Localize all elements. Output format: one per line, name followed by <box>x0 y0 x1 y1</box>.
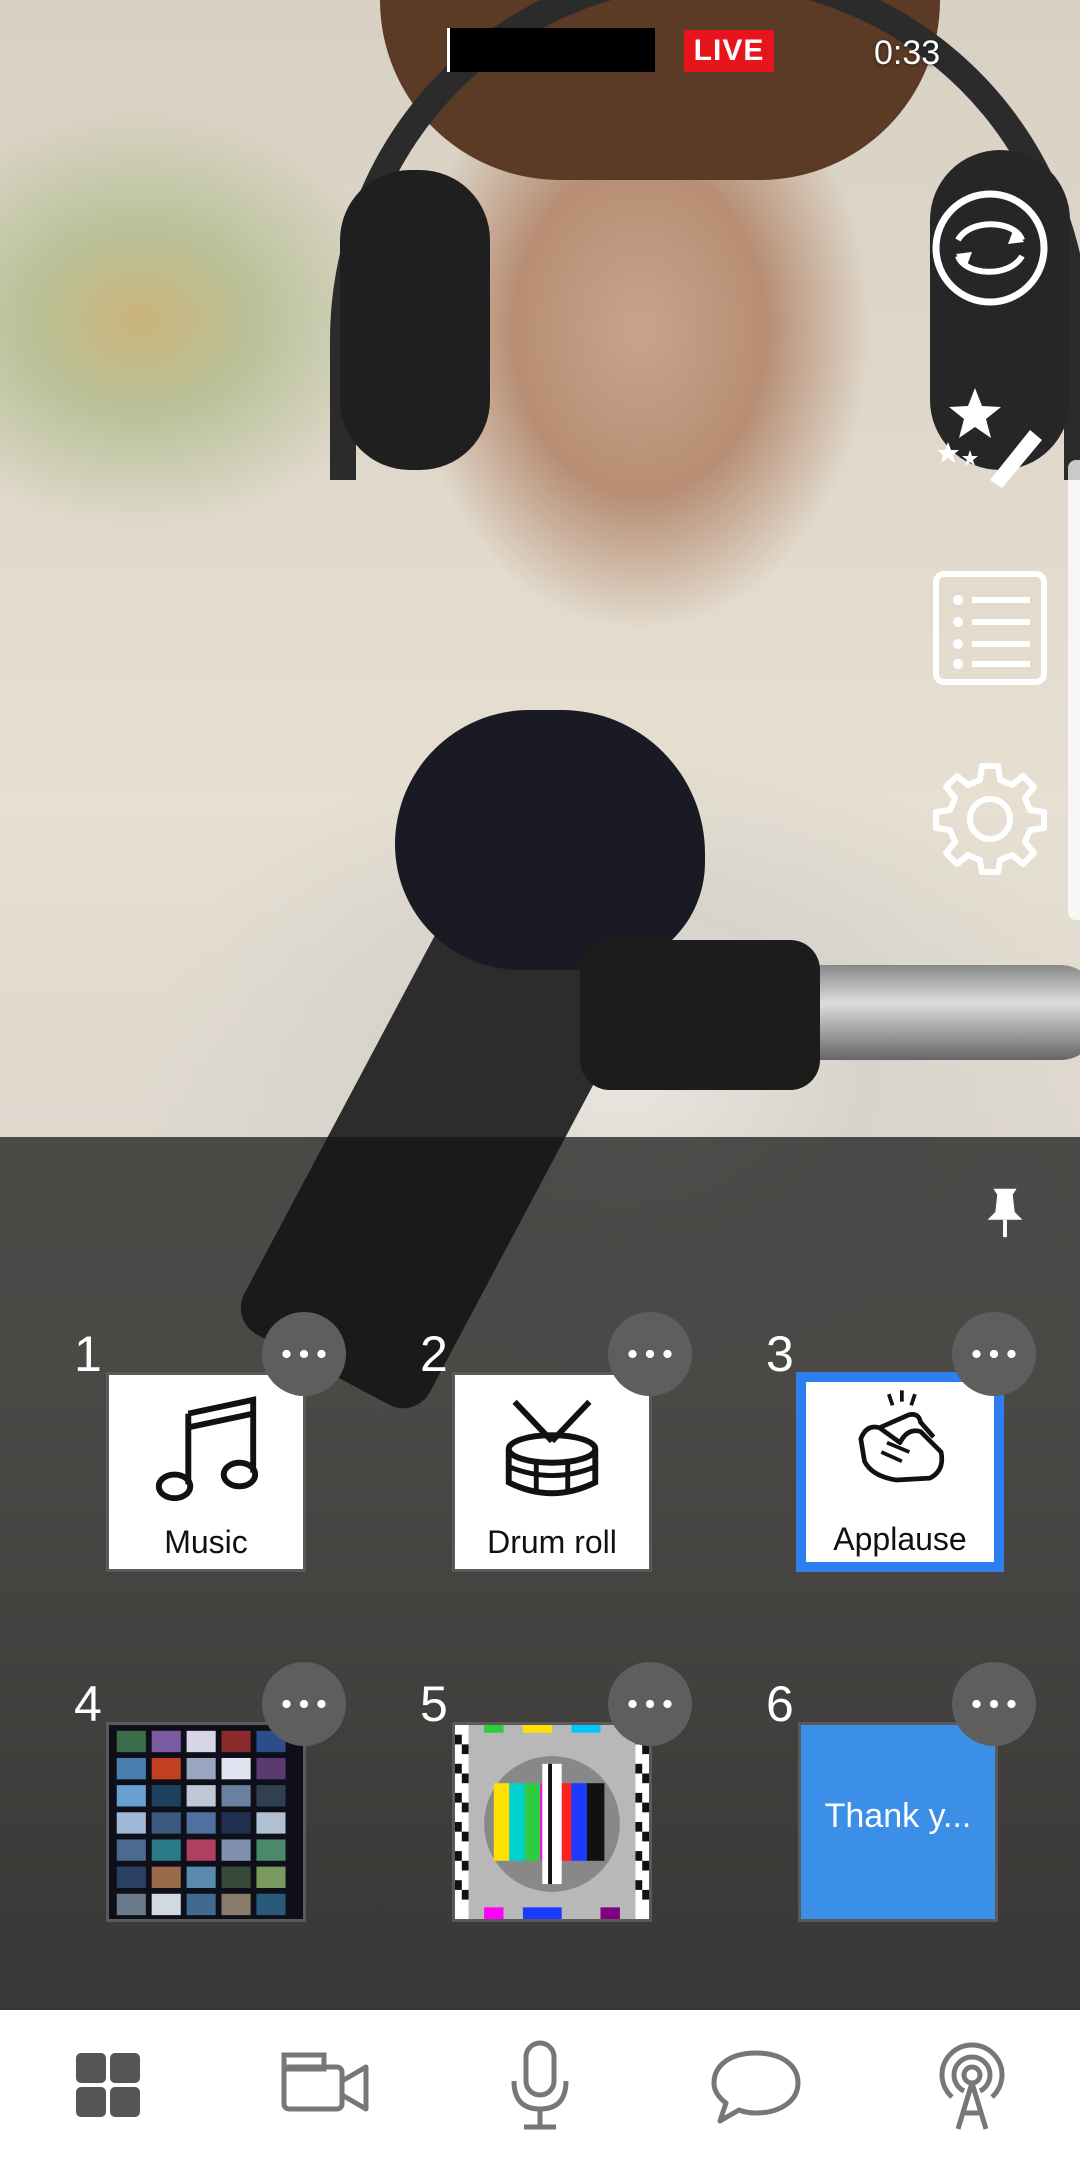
more-dots-icon <box>972 1699 1016 1709</box>
live-badge: LIVE <box>684 30 774 72</box>
microphone-icon <box>511 2040 569 2130</box>
music-note-icon <box>109 1393 303 1503</box>
nav-scenes[interactable] <box>0 2010 216 2160</box>
tile-number: 1 <box>74 1326 102 1382</box>
microphone-clamp <box>580 940 820 1090</box>
tile-music[interactable]: Music <box>106 1372 306 1572</box>
more-dots-icon <box>282 1349 326 1359</box>
playlist-icon[interactable] <box>930 568 1050 688</box>
stream-title-redacted <box>447 28 655 72</box>
tile-test-pattern[interactable] <box>452 1722 652 1922</box>
tile-number: 3 <box>766 1326 794 1382</box>
scenes-icon <box>76 2053 140 2117</box>
test-pattern-thumbnail <box>455 1725 649 1919</box>
side-drawer-handle[interactable] <box>1068 460 1080 920</box>
tile-drum-roll[interactable]: Drum roll <box>452 1372 652 1572</box>
settings-icon[interactable] <box>930 758 1050 878</box>
tile-label: Applause <box>833 1521 967 1557</box>
tile-more-button[interactable] <box>608 1662 692 1746</box>
camera-icon <box>281 2052 369 2112</box>
tile-number: 4 <box>74 1676 102 1732</box>
drum-icon <box>455 1393 649 1503</box>
clapping-hands-icon <box>806 1386 994 1490</box>
broadcast-icon <box>939 2042 1005 2130</box>
more-dots-icon <box>628 1349 672 1359</box>
chat-icon <box>711 2050 801 2124</box>
tile-number: 6 <box>766 1676 794 1732</box>
microphone-foam <box>395 710 705 970</box>
tile-label: Drum roll <box>487 1524 617 1560</box>
tile-more-button[interactable] <box>262 1662 346 1746</box>
tile-label: Music <box>164 1524 248 1560</box>
tile-more-button[interactable] <box>608 1312 692 1396</box>
tile-label: Thank y... <box>824 1797 972 1835</box>
live-timer: 0:33 <box>874 34 941 72</box>
switch-camera-icon[interactable] <box>930 188 1050 308</box>
video-grid-thumbnail <box>109 1725 303 1919</box>
more-dots-icon <box>282 1699 326 1709</box>
bottom-nav <box>0 2010 1080 2160</box>
tile-number: 5 <box>420 1676 448 1732</box>
tile-more-button[interactable] <box>952 1312 1036 1396</box>
tile-more-button[interactable] <box>952 1662 1036 1746</box>
nav-chat[interactable] <box>648 2010 864 2160</box>
headphone-left <box>340 170 490 470</box>
pin-button[interactable] <box>946 1153 1064 1271</box>
more-dots-icon <box>972 1349 1016 1359</box>
tile-video-grid[interactable] <box>106 1722 306 1922</box>
effects-icon[interactable] <box>930 380 1050 500</box>
nav-broadcast[interactable] <box>864 2010 1080 2160</box>
pin-icon <box>987 1188 1023 1238</box>
tile-title-card[interactable]: Thank y... <box>798 1722 998 1922</box>
tile-number: 2 <box>420 1326 448 1382</box>
tile-applause[interactable]: Applause <box>796 1372 1004 1572</box>
nav-camera[interactable] <box>216 2010 432 2160</box>
nav-microphone[interactable] <box>432 2010 648 2160</box>
more-dots-icon <box>628 1699 672 1709</box>
tile-more-button[interactable] <box>262 1312 346 1396</box>
